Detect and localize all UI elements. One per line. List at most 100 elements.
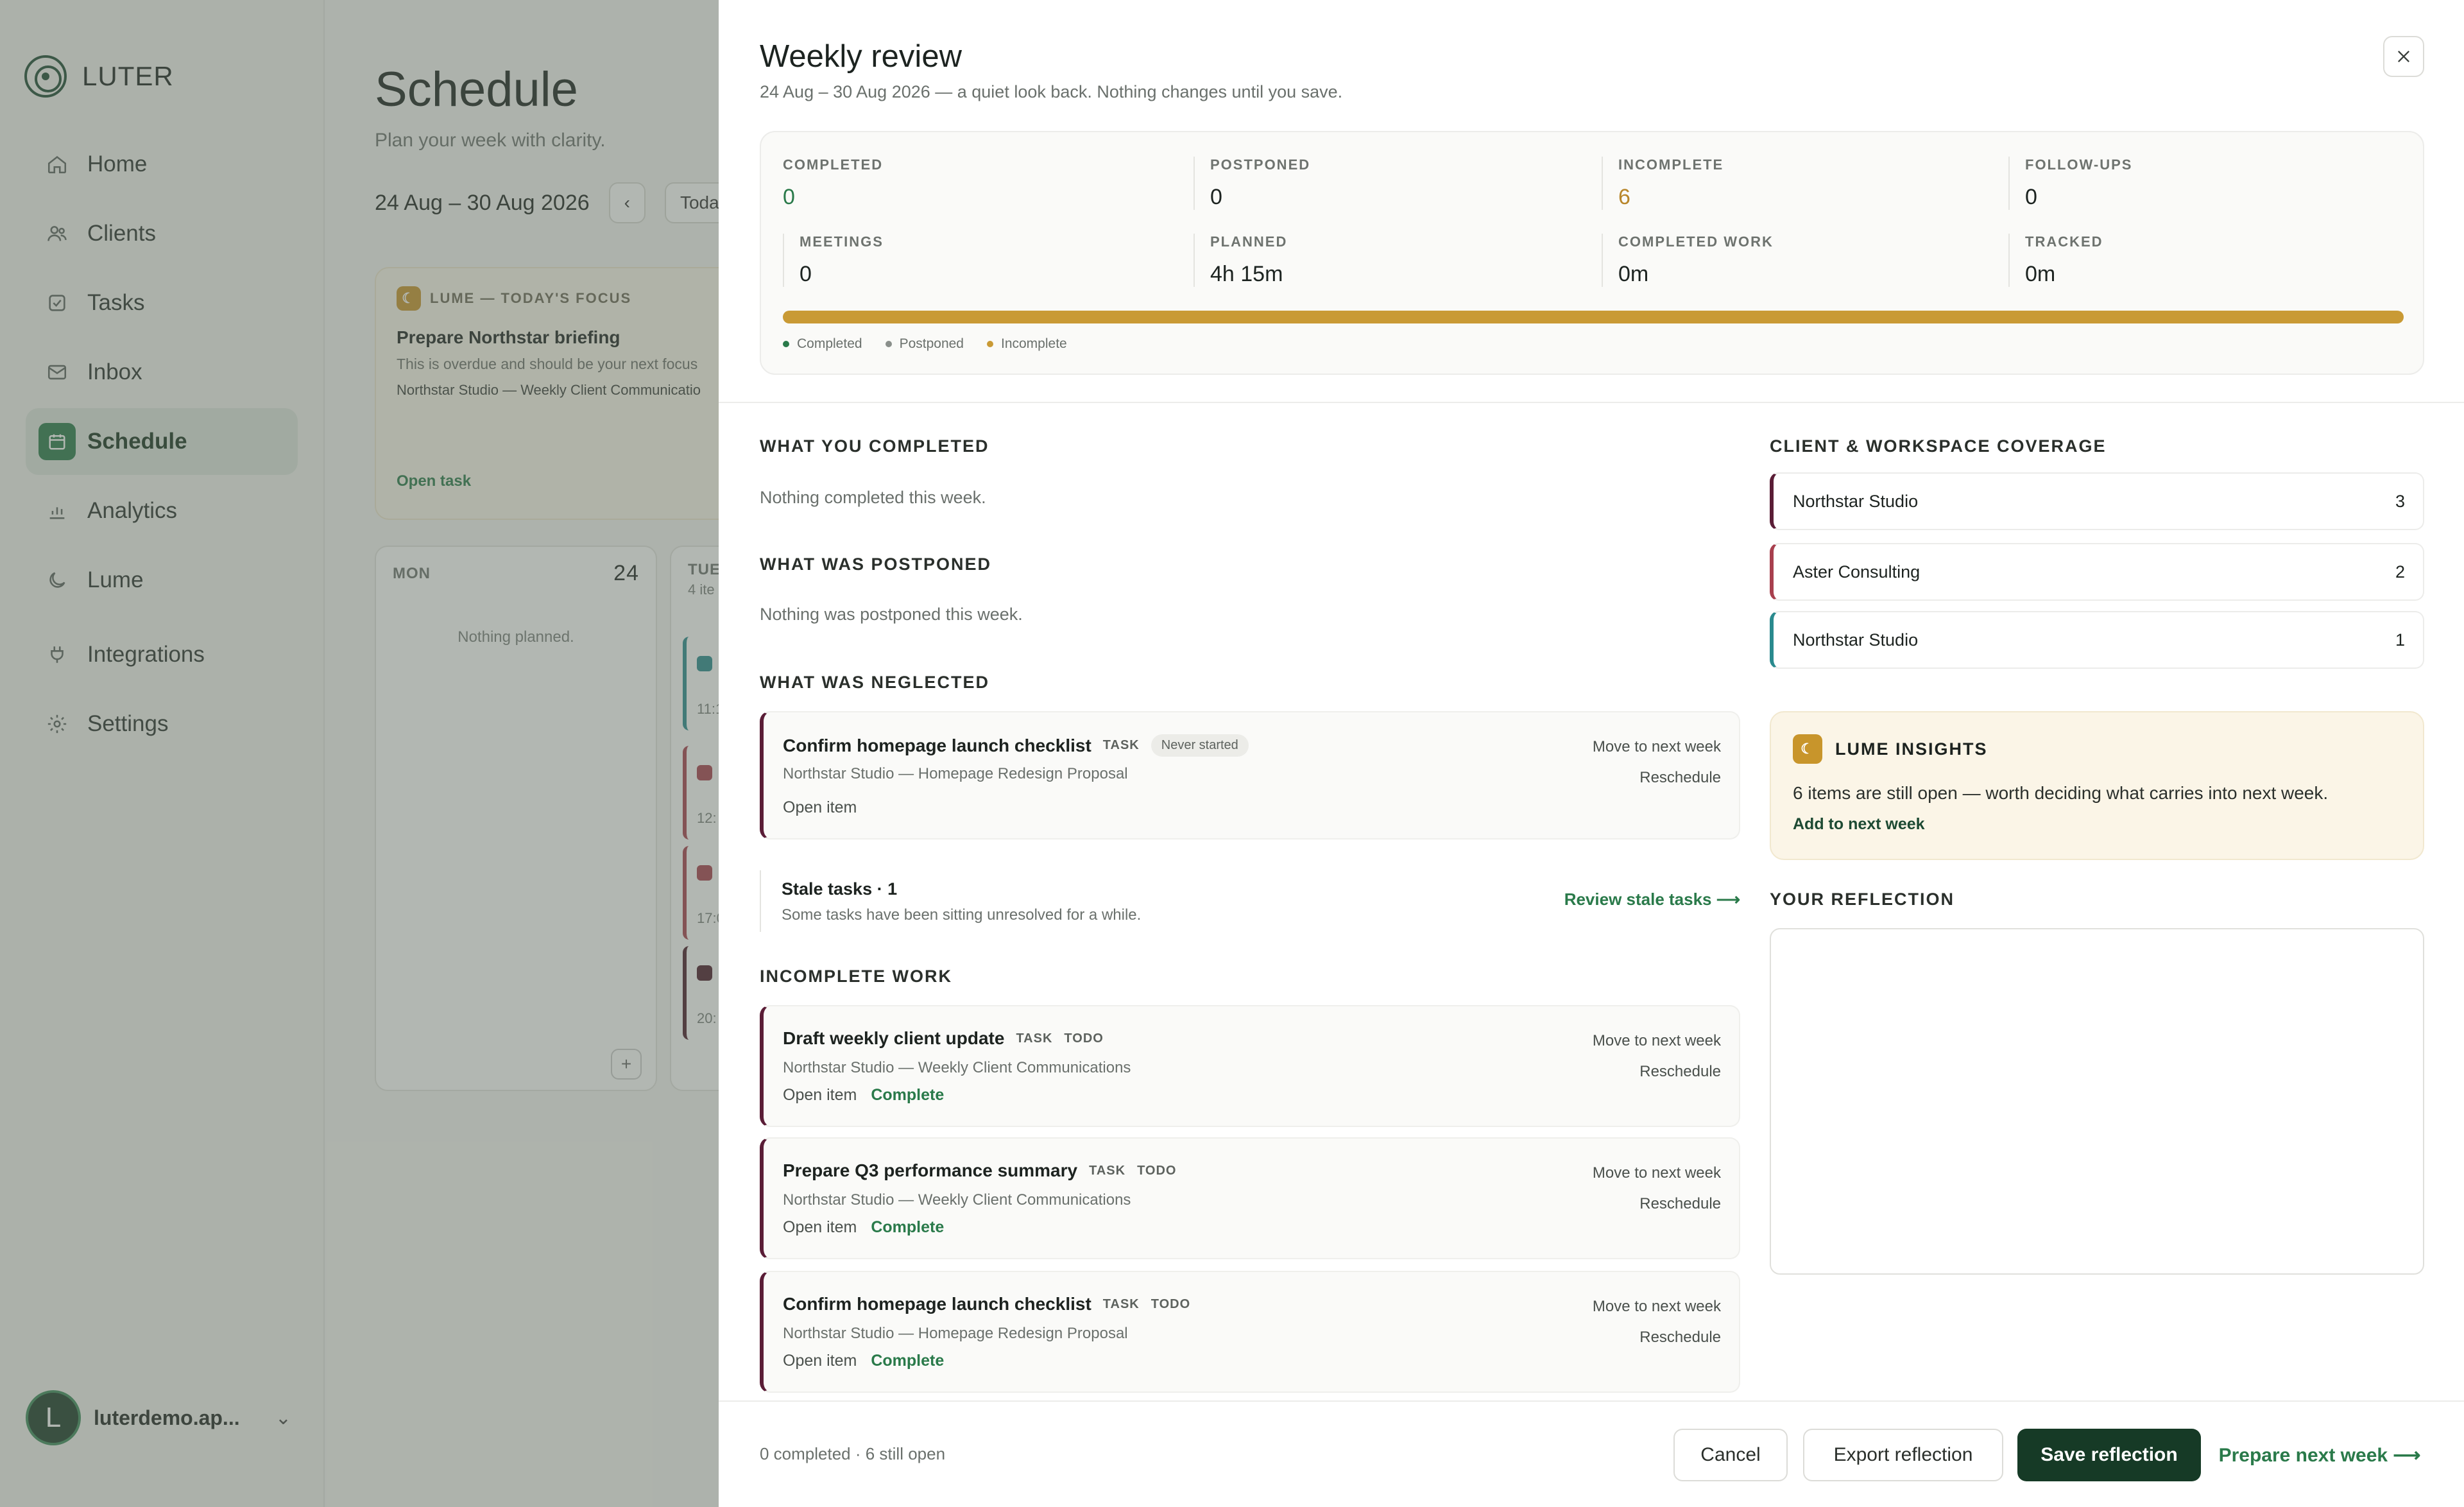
item-actions: Open item Complete bbox=[783, 1352, 944, 1370]
stat-label: INCOMPLETE bbox=[1618, 157, 1724, 173]
stat-value: 6 bbox=[1618, 185, 1630, 209]
item-status-tag: TODO bbox=[1151, 1296, 1191, 1311]
stat-label: COMPLETED bbox=[783, 157, 884, 173]
item-type-tag: TASK bbox=[1102, 1296, 1140, 1311]
stat-label: PLANNED bbox=[1210, 234, 1288, 250]
item-title: Draft weekly client update bbox=[783, 1028, 1005, 1048]
lume-insights-card: ☾ LUME INSIGHTS 6 items are still open —… bbox=[1770, 711, 2424, 860]
stat-completed-work: COMPLETED WORK 0m bbox=[1602, 234, 1987, 287]
item-meta: Northstar Studio — Homepage Redesign Pro… bbox=[783, 1325, 1128, 1342]
complete-button[interactable]: Complete bbox=[871, 1086, 944, 1105]
weekly-review-panel: Weekly review 24 Aug – 30 Aug 2026 — a q… bbox=[719, 0, 2464, 1507]
stat-meetings: MEETINGS 0 bbox=[783, 234, 1168, 287]
neglected-item-card: Confirm homepage launch checklist TASK N… bbox=[760, 711, 1740, 840]
save-reflection-button[interactable]: Save reflection bbox=[2017, 1429, 2201, 1481]
incomplete-item-card: Confirm homepage launch checklist TASK T… bbox=[760, 1271, 1740, 1393]
item-title: Confirm homepage launch checklist bbox=[783, 735, 1091, 755]
coverage-client-name: Northstar Studio bbox=[1793, 630, 1919, 650]
item-title: Prepare Q3 performance summary bbox=[783, 1160, 1078, 1180]
incomplete-item-card: Draft weekly client update TASK TODO Nor… bbox=[760, 1005, 1740, 1127]
stat-incomplete: INCOMPLETE 6 bbox=[1602, 157, 1987, 210]
open-item-link[interactable]: Open item bbox=[783, 1352, 857, 1370]
stat-label: POSTPONED bbox=[1210, 157, 1311, 173]
section-neglected-title: WHAT WAS NEGLECTED bbox=[760, 673, 989, 692]
reschedule-link[interactable]: Reschedule bbox=[1593, 1056, 1721, 1087]
export-reflection-button[interactable]: Export reflection bbox=[1803, 1429, 2003, 1481]
stat-label: TRACKED bbox=[2025, 234, 2103, 250]
stat-value: 0 bbox=[783, 185, 795, 209]
legend-completed: Completed bbox=[783, 336, 862, 352]
completed-empty-state: Nothing completed this week. bbox=[760, 488, 986, 507]
coverage-client-name: Aster Consulting bbox=[1793, 562, 1921, 581]
complete-button[interactable]: Complete bbox=[871, 1352, 944, 1370]
reschedule-link[interactable]: Reschedule bbox=[1593, 762, 1721, 793]
coverage-row[interactable]: Aster Consulting 2 bbox=[1770, 543, 2424, 601]
coverage-row[interactable]: Northstar Studio 1 bbox=[1770, 611, 2424, 669]
item-right-actions: Move to next week Reschedule bbox=[1593, 1026, 1721, 1087]
insights-title: LUME INSIGHTS bbox=[1835, 739, 1988, 759]
stat-label: COMPLETED WORK bbox=[1618, 234, 1774, 250]
item-title-row: Confirm homepage launch checklist TASK T… bbox=[783, 1294, 1190, 1314]
stat-value: 0m bbox=[2025, 262, 2056, 286]
open-item-link[interactable]: Open item bbox=[783, 1086, 857, 1105]
item-title-row: Draft weekly client update TASK TODO bbox=[783, 1028, 1104, 1049]
item-actions: Open item bbox=[783, 798, 857, 817]
stat-follow-ups: FOLLOW-UPS 0 bbox=[2008, 157, 2393, 210]
stale-tasks-notice: Stale tasks · 1 Some tasks have been sit… bbox=[760, 870, 1740, 932]
close-button[interactable] bbox=[2383, 36, 2424, 77]
add-to-next-week-link[interactable]: Add to next week bbox=[1793, 815, 1925, 834]
prepare-next-week-link[interactable]: Prepare next week ⟶ bbox=[2214, 1429, 2426, 1481]
item-right-actions: Move to next week Reschedule bbox=[1593, 732, 1721, 793]
move-to-next-week-link[interactable]: Move to next week bbox=[1593, 1291, 1721, 1322]
move-to-next-week-link[interactable]: Move to next week bbox=[1593, 1158, 1721, 1189]
item-title-row: Confirm homepage launch checklist TASK N… bbox=[783, 734, 1249, 757]
reschedule-link[interactable]: Reschedule bbox=[1593, 1189, 1721, 1219]
reflection-textarea[interactable] bbox=[1770, 928, 2424, 1275]
stat-label: FOLLOW-UPS bbox=[2025, 157, 2133, 173]
move-to-next-week-link[interactable]: Move to next week bbox=[1593, 1026, 1721, 1056]
coverage-count: 2 bbox=[2395, 562, 2405, 581]
stat-value: 0 bbox=[1210, 185, 1222, 209]
item-right-actions: Move to next week Reschedule bbox=[1593, 1291, 1721, 1353]
section-completed-title: WHAT YOU COMPLETED bbox=[760, 436, 989, 456]
review-stale-tasks-link[interactable]: Review stale tasks ⟶ bbox=[1564, 890, 1740, 909]
item-meta: Northstar Studio — Homepage Redesign Pro… bbox=[783, 765, 1128, 782]
panel-subtitle: 24 Aug – 30 Aug 2026 — a quiet look back… bbox=[760, 82, 1343, 101]
modal-backdrop[interactable] bbox=[0, 0, 719, 1507]
stats-summary: COMPLETED 0 POSTPONED 0 INCOMPLETE 6 FOL… bbox=[760, 131, 2424, 375]
status-badge: Never started bbox=[1151, 734, 1249, 757]
move-to-next-week-link[interactable]: Move to next week bbox=[1593, 732, 1721, 762]
insights-header: ☾ LUME INSIGHTS bbox=[1793, 734, 1988, 764]
close-icon bbox=[2398, 51, 2409, 62]
panel-title: Weekly review bbox=[760, 39, 962, 74]
section-postponed-title: WHAT WAS POSTPONED bbox=[760, 555, 992, 574]
item-right-actions: Move to next week Reschedule bbox=[1593, 1158, 1721, 1219]
item-type-tag: TASK bbox=[1102, 738, 1140, 752]
section-reflection-title: YOUR REFLECTION bbox=[1770, 890, 1955, 909]
reschedule-link[interactable]: Reschedule bbox=[1593, 1322, 1721, 1353]
coverage-count: 3 bbox=[2395, 491, 2405, 511]
stat-tracked: TRACKED 0m bbox=[2008, 234, 2393, 287]
stat-value: 0 bbox=[2025, 185, 2037, 209]
progress-bar bbox=[783, 311, 2404, 323]
complete-button[interactable]: Complete bbox=[871, 1218, 944, 1237]
moon-icon: ☾ bbox=[1793, 734, 1822, 764]
coverage-count: 1 bbox=[2395, 630, 2405, 650]
item-status-tag: TODO bbox=[1137, 1163, 1177, 1178]
stat-planned: PLANNED 4h 15m bbox=[1194, 234, 1579, 287]
section-coverage-title: CLIENT & WORKSPACE COVERAGE bbox=[1770, 436, 2107, 456]
stat-label: MEETINGS bbox=[800, 234, 884, 250]
open-item-link[interactable]: Open item bbox=[783, 1218, 857, 1237]
postponed-empty-state: Nothing was postponed this week. bbox=[760, 605, 1023, 624]
open-item-link[interactable]: Open item bbox=[783, 798, 857, 817]
stat-value: 4h 15m bbox=[1210, 262, 1283, 286]
stat-completed: COMPLETED 0 bbox=[783, 157, 1168, 210]
panel-footer: 0 completed · 6 still open Cancel Export… bbox=[719, 1400, 2464, 1507]
coverage-row[interactable]: Northstar Studio 3 bbox=[1770, 472, 2424, 530]
cancel-button[interactable]: Cancel bbox=[1673, 1429, 1788, 1481]
legend-incomplete: Incomplete bbox=[986, 336, 1067, 352]
legend-postponed: Postponed bbox=[885, 336, 964, 352]
stale-description: Some tasks have been sitting unresolved … bbox=[782, 906, 1142, 924]
item-actions: Open item Complete bbox=[783, 1218, 944, 1237]
stat-value: 0 bbox=[800, 262, 812, 286]
